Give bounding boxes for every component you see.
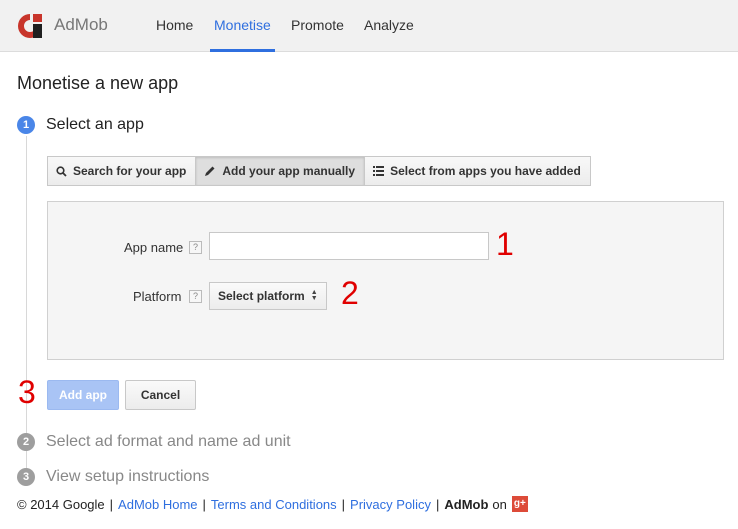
pencil-icon [204,165,216,177]
footer-separator: | [109,496,114,512]
step-1-label: Select an app [46,116,144,133]
nav-analyze[interactable]: Analyze [364,0,414,52]
step-3-number: 3 [17,468,35,486]
tab-search-app-label: Search for your app [73,164,187,178]
app-name-input[interactable] [209,232,489,260]
annotation-1: 1 [496,226,514,262]
footer-link-privacy[interactable]: Privacy Policy [350,497,431,512]
google-plus-icon[interactable]: g+ [511,496,528,512]
platform-select[interactable]: Select platform ▲ ▼ [209,282,327,310]
nav-promote[interactable]: Promote [291,0,344,52]
tab-select-added-label: Select from apps you have added [390,164,581,178]
footer-on-label: on [492,496,507,512]
tab-select-added[interactable]: Select from apps you have added [364,156,591,186]
add-method-tabs: Search for your app Add your app manuall… [47,156,591,186]
select-arrows-icon: ▲ ▼ [310,289,318,302]
tab-add-manually[interactable]: Add your app manually [195,156,366,186]
footer-separator: | [435,496,440,512]
platform-select-label: Select platform [218,289,305,303]
list-icon [373,166,385,176]
footer-link-terms[interactable]: Terms and Conditions [211,497,337,512]
annotation-3: 3 [18,374,36,410]
step-1-number: 1 [17,116,35,134]
top-bar: AdMob Home Monetise Promote Analyze [0,0,738,52]
platform-label: Platform [133,289,182,304]
footer-link-admob-home[interactable]: AdMob Home [118,497,197,512]
platform-help-icon[interactable]: ? [189,290,202,303]
app-name-help-icon[interactable]: ? [189,241,202,254]
footer-separator: | [202,496,206,512]
admob-logo-icon[interactable] [16,12,44,40]
cancel-button[interactable]: Cancel [125,380,196,410]
app-form-panel [47,201,724,360]
step-2-label: Select ad format and name ad unit [46,433,291,450]
tab-add-manually-label: Add your app manually [222,164,356,178]
tab-search-app[interactable]: Search for your app [47,156,197,186]
step-2-number: 2 [17,433,35,451]
nav-home[interactable]: Home [156,0,193,52]
annotation-2: 2 [341,275,359,311]
footer-separator: | [341,496,346,512]
footer-admob-label: AdMob [444,496,489,512]
nav-monetise[interactable]: Monetise [210,0,275,52]
page-title: Monetise a new app [17,73,179,93]
search-icon [56,165,67,177]
footer-copyright: © 2014 Google [17,496,105,512]
step-3-label: View setup instructions [46,468,210,485]
add-app-button[interactable]: Add app [47,380,119,410]
footer: © 2014 Google | AdMob Home | Terms and C… [17,496,528,512]
brand-name[interactable]: AdMob [54,15,108,35]
stepper-rail [26,136,27,476]
app-name-label: App name [124,240,184,255]
